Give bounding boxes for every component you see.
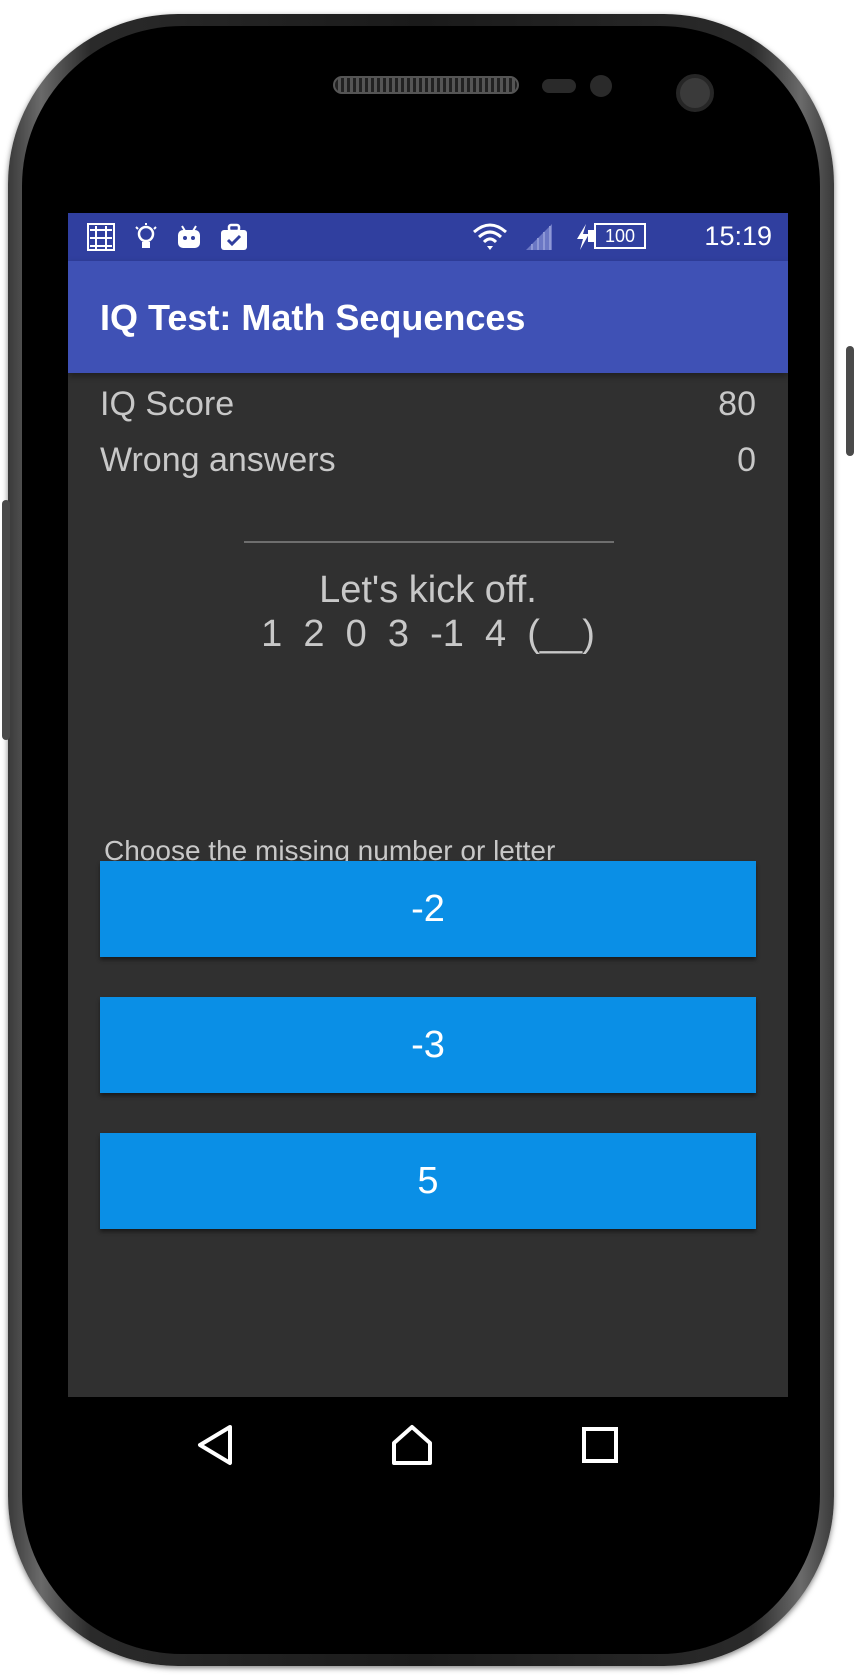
earpiece-speaker [333,76,519,94]
iq-score-label: IQ Score [100,385,235,423]
volume-button [2,500,10,740]
home-icon [392,1425,432,1465]
briefcase-check-icon [221,223,247,250]
wrong-answers-value: 0 [737,441,756,479]
question-sequence: 1 2 0 3 -1 4 (__) [261,613,595,655]
divider [244,541,614,543]
lightbulb-icon [135,223,157,248]
answer-button-1[interactable]: -2 [100,861,756,957]
status-time: 15:19 [704,221,772,251]
recents-button[interactable] [576,1421,624,1469]
answer-button-3[interactable]: 5 [100,1133,756,1229]
battery-icon: 100 [594,223,646,249]
app-bar: IQ Test: Math Sequences [68,261,788,373]
app-title: IQ Test: Math Sequences [100,297,526,338]
battery-nub [588,230,594,242]
status-bar: 100 15:19 [68,213,788,261]
light-sensor [590,75,612,97]
iq-score-value: 80 [718,385,756,423]
battery-level: 100 [604,226,636,246]
answer-button-2[interactable]: -3 [100,997,756,1093]
proximity-sensor [542,79,576,93]
screen: 100 15:19 IQ Test: Math Sequences IQ Sco… [68,213,788,1493]
question-intro: Let's kick off. [319,569,537,611]
signal-icon [526,224,552,250]
home-button[interactable] [388,1421,436,1469]
wifi-icon [473,223,507,250]
recents-icon [582,1427,618,1463]
notification-app-icon [87,223,115,251]
power-button [846,346,854,456]
android-icon [178,225,200,248]
front-camera [676,74,714,112]
wrong-answers-label: Wrong answers [100,441,336,479]
navigation-bar [68,1397,788,1493]
back-icon [198,1425,232,1465]
back-button[interactable] [192,1421,240,1469]
